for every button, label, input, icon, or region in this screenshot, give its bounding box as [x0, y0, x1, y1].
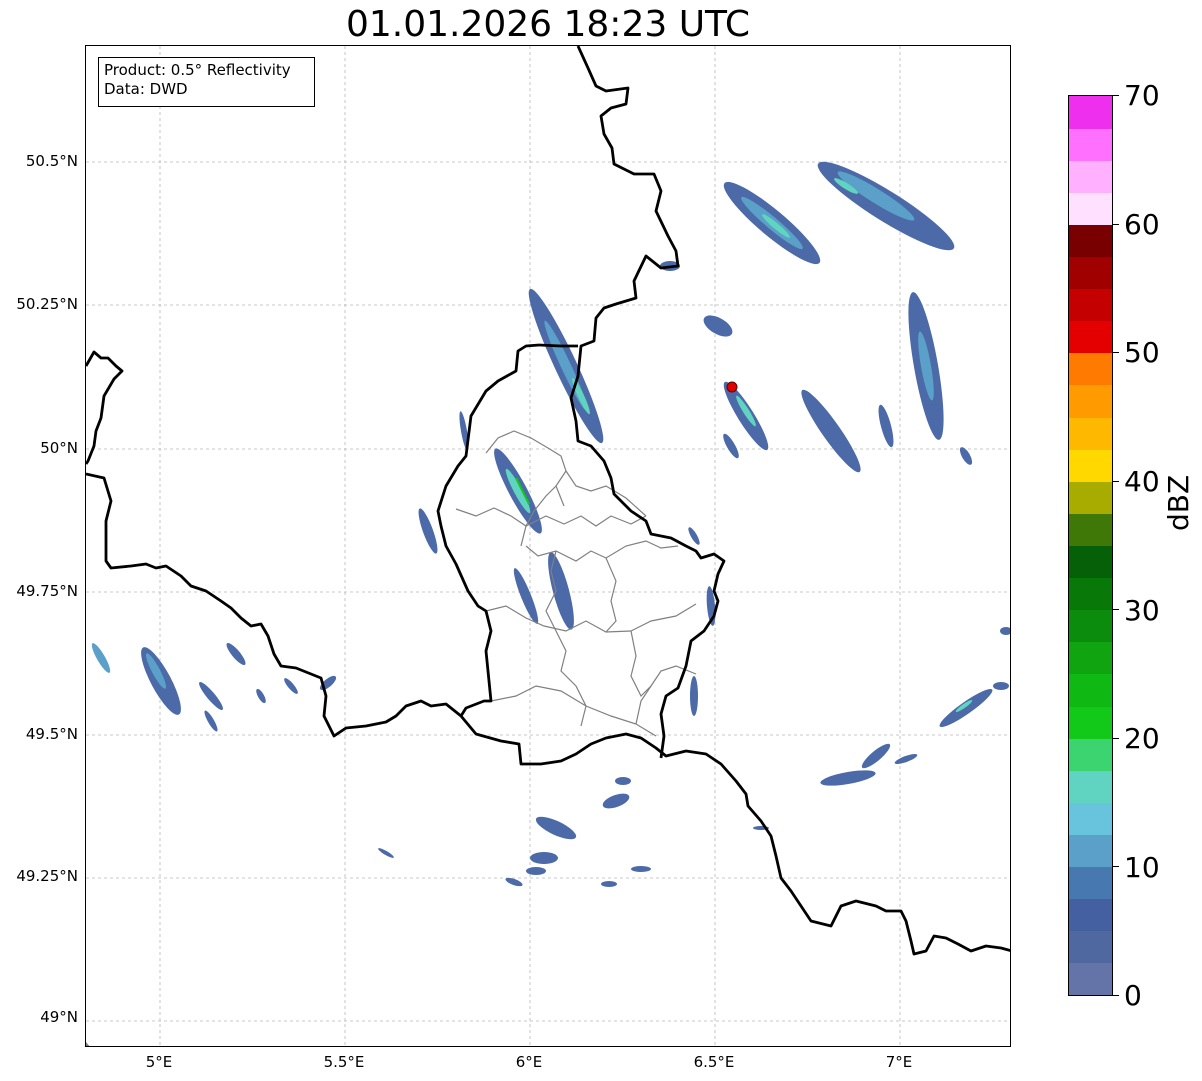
- radar-map[interactable]: [85, 45, 1011, 1047]
- colorbar-segment: [1069, 834, 1112, 868]
- colorbar-tick-mark: [1113, 866, 1119, 868]
- product-info-box: Product: 0.5° Reflectivity Data: DWD: [98, 57, 315, 107]
- colorbar-tick-label: 50: [1124, 336, 1160, 369]
- lat-tick-label: 50.25°N: [16, 295, 78, 313]
- product-label: Product: 0.5° Reflectivity: [104, 61, 291, 79]
- colorbar-segment: [1069, 320, 1112, 354]
- radar-site-marker[interactable]: [726, 381, 738, 393]
- colorbar-title: dBZ: [1162, 474, 1195, 531]
- corner-marker: [86, 1042, 90, 1046]
- colorbar-segment: [1069, 770, 1112, 803]
- colorbar-segment: [1069, 513, 1112, 546]
- colorbar-tick-label: 30: [1124, 594, 1160, 627]
- lat-tick-label: 50°N: [40, 439, 78, 457]
- precipitation-echoes: [91, 161, 1010, 887]
- colorbar-tick-mark: [1113, 95, 1119, 96]
- colorbar-segment: [1069, 738, 1112, 771]
- colorbar-segment: [1069, 609, 1112, 643]
- colorbar-segment: [1069, 866, 1112, 900]
- colorbar-segment: [1069, 224, 1112, 258]
- colorbar-segment: [1069, 160, 1112, 193]
- colorbar-segment: [1069, 577, 1112, 611]
- colorbar-segment: [1069, 417, 1112, 450]
- lat-tick-label: 50.5°N: [25, 152, 78, 170]
- colorbar-segment: [1069, 384, 1112, 418]
- lon-tick-label: 5.5°E: [323, 1053, 365, 1071]
- colorbar-segment: [1069, 192, 1112, 225]
- colorbar-segment: [1069, 673, 1112, 707]
- colorbar-segment: [1069, 930, 1112, 964]
- colorbar-segment: [1069, 481, 1112, 514]
- dbz-colorbar: [1068, 95, 1113, 996]
- colorbar-tick-label: 0: [1124, 979, 1142, 1012]
- colorbar-tick-mark: [1113, 223, 1119, 225]
- lat-tick-label: 49°N: [40, 1008, 78, 1026]
- colorbar-tick-mark: [1113, 737, 1119, 739]
- district-borders: [455, 430, 697, 737]
- lat-tick-label: 49.25°N: [16, 867, 78, 885]
- colorbar-tick-mark: [1113, 480, 1119, 482]
- colorbar-segment: [1069, 449, 1112, 482]
- colorbar-segment: [1069, 641, 1112, 675]
- colorbar-tick-label: 60: [1124, 208, 1160, 241]
- colorbar-tick-label: 70: [1124, 79, 1160, 112]
- lon-tick-label: 5°E: [145, 1053, 173, 1071]
- lon-tick-label: 7°E: [885, 1053, 913, 1071]
- colorbar-tick-mark: [1113, 352, 1119, 354]
- colorbar-segment: [1069, 962, 1112, 995]
- colorbar-segment: [1069, 128, 1112, 161]
- map-canvas: [86, 46, 1010, 1046]
- lon-tick-label: 6°E: [515, 1053, 543, 1071]
- colorbar-segment: [1069, 545, 1112, 579]
- colorbar-tick-label: 40: [1124, 465, 1160, 498]
- lat-tick-label: 49.5°N: [25, 725, 78, 743]
- colorbar-segment: [1069, 96, 1112, 129]
- colorbar-segment: [1069, 706, 1112, 739]
- colorbar-tick-mark: [1113, 609, 1119, 611]
- colorbar-tick-label: 20: [1124, 722, 1160, 755]
- data-source-label: Data: DWD: [104, 80, 188, 98]
- lat-tick-label: 49.75°N: [16, 582, 78, 600]
- lon-tick-label: 6.5°E: [693, 1053, 735, 1071]
- colorbar-segment: [1069, 256, 1112, 290]
- map-title: 01.01.2026 18:23 UTC: [345, 4, 751, 45]
- colorbar-segment: [1069, 898, 1112, 932]
- colorbar-segment: [1069, 352, 1112, 386]
- colorbar-tick-mark: [1113, 995, 1119, 996]
- colorbar-tick-label: 10: [1124, 851, 1160, 884]
- colorbar-segment: [1069, 802, 1112, 835]
- colorbar-segment: [1069, 288, 1112, 322]
